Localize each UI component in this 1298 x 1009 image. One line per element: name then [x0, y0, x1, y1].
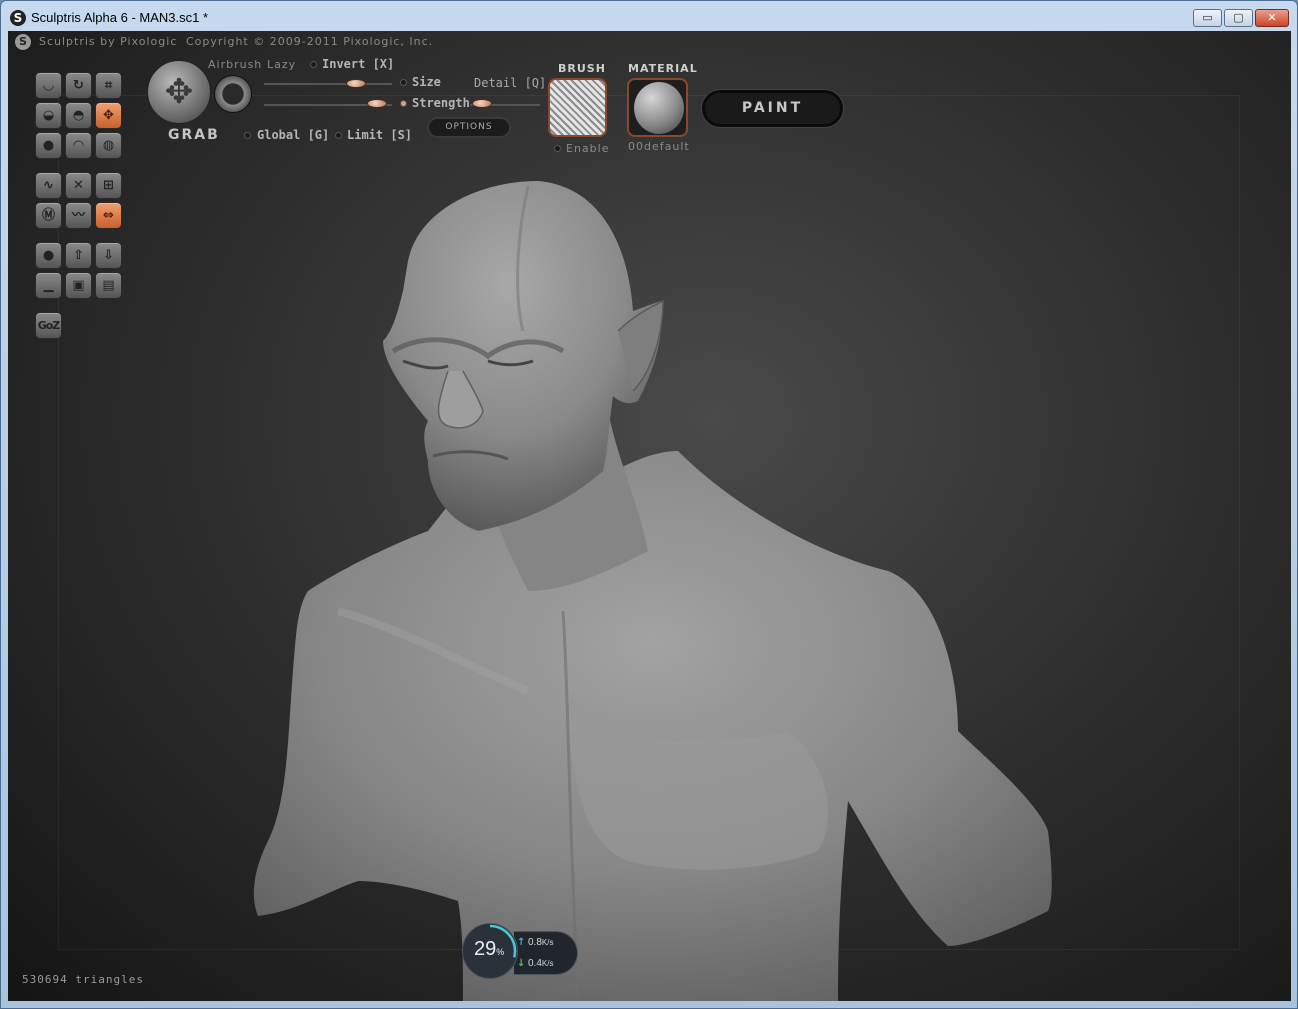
- sculptris-app-icon: S: [10, 10, 26, 26]
- invert-radio[interactable]: [310, 61, 317, 68]
- title-bar[interactable]: S Sculptris Alpha 6 - MAN3.sc1 * ▭ ▢ ✕: [1, 1, 1297, 33]
- sculpt-viewport[interactable]: S Sculptris by Pixologic Copyright © 200…: [8, 31, 1291, 1001]
- minimize-button[interactable]: ▭: [1193, 9, 1222, 27]
- reduce-brush-button[interactable]: ∿: [35, 172, 62, 199]
- grab-brush-icon[interactable]: ✥: [147, 60, 211, 124]
- maximize-button[interactable]: ▢: [1224, 9, 1253, 27]
- sculpt-model[interactable]: [8, 31, 1291, 1001]
- lazy-label[interactable]: Lazy: [267, 58, 296, 71]
- limit-radio[interactable]: [335, 132, 342, 139]
- import-obj-button[interactable]: ⇧: [65, 242, 92, 269]
- symmetry-button[interactable]: ⇔: [95, 202, 122, 229]
- crease-tool-button[interactable]: ◠: [65, 132, 92, 159]
- open-button[interactable]: ▣: [65, 272, 92, 299]
- wave-button[interactable]: 〰: [65, 202, 92, 229]
- new-plane-button[interactable]: ▁: [35, 272, 62, 299]
- download-arrow-icon: ↓: [517, 958, 526, 969]
- network-usage-percent: 29%: [474, 938, 505, 960]
- wireframe-button[interactable]: ⊞: [95, 172, 122, 199]
- detail-label: Detail [Q]: [474, 76, 547, 90]
- size-slider-knob[interactable]: [346, 79, 366, 88]
- strength-slider-knob[interactable]: [367, 99, 387, 108]
- new-sphere-button[interactable]: ●: [35, 242, 62, 269]
- upload-speed: 0.8K/s: [528, 937, 554, 948]
- brush-falloff-icon[interactable]: [214, 75, 252, 113]
- tool-name-label: GRAB: [168, 127, 220, 143]
- close-button[interactable]: ✕: [1255, 9, 1289, 27]
- smooth-tool-button[interactable]: ◍: [95, 132, 122, 159]
- brush-heading: BRUSH: [558, 62, 606, 75]
- crop-tool-button[interactable]: ⌗: [95, 72, 122, 99]
- flatten-tool-button[interactable]: ◒: [35, 102, 62, 129]
- limit-label[interactable]: Limit [S]: [347, 128, 412, 142]
- material-name-label: 00default: [628, 140, 690, 153]
- global-radio[interactable]: [244, 132, 251, 139]
- material-sphere-icon: [634, 82, 684, 134]
- size-label: Size: [412, 75, 441, 89]
- upload-arrow-icon: ↑: [517, 937, 526, 948]
- material-heading: MATERIAL: [628, 62, 698, 75]
- network-speeds-panel: ↑ 0.8K/s ↓ 0.4K/s: [514, 931, 578, 975]
- network-monitor-widget[interactable]: ↑ 0.8K/s ↓ 0.4K/s 29%: [462, 923, 580, 979]
- pinch-tool-button[interactable]: ●: [35, 132, 62, 159]
- brush-enable-label[interactable]: Enable: [566, 142, 609, 155]
- window-title: Sculptris Alpha 6 - MAN3.sc1 *: [31, 10, 209, 25]
- strength-label: Strength: [412, 96, 470, 110]
- material-swatch[interactable]: [627, 78, 688, 137]
- options-button[interactable]: OPTIONS: [427, 117, 511, 138]
- paint-mode-button[interactable]: PAINT: [702, 90, 843, 127]
- brush-enable-radio[interactable]: [554, 145, 561, 152]
- download-speed: 0.4K/s: [528, 958, 554, 969]
- rotate-tool-button[interactable]: ↻: [65, 72, 92, 99]
- save-button[interactable]: ▤: [95, 272, 122, 299]
- window-bottom-border: [8, 1001, 1291, 1007]
- mask-button[interactable]: Ⓜ: [35, 202, 62, 229]
- goz-button[interactable]: GoZ: [35, 312, 62, 339]
- airbrush-label[interactable]: Airbrush: [208, 58, 262, 71]
- global-label[interactable]: Global [G]: [257, 128, 329, 142]
- size-slider-track[interactable]: [264, 83, 392, 85]
- reduce-selection-button[interactable]: ✕: [65, 172, 92, 199]
- draw-tool-button[interactable]: ◡: [35, 72, 62, 99]
- export-obj-button[interactable]: ⇩: [95, 242, 122, 269]
- inflate-tool-button[interactable]: ◓: [65, 102, 92, 129]
- invert-label[interactable]: Invert [X]: [322, 57, 394, 71]
- strength-radio[interactable]: [400, 100, 407, 107]
- triangle-count: 530694 triangles: [22, 973, 144, 986]
- brush-texture-swatch[interactable]: [548, 78, 607, 137]
- size-radio[interactable]: [400, 79, 407, 86]
- grab-tool-button[interactable]: ✥: [95, 102, 122, 129]
- detail-slider-knob[interactable]: [472, 99, 492, 108]
